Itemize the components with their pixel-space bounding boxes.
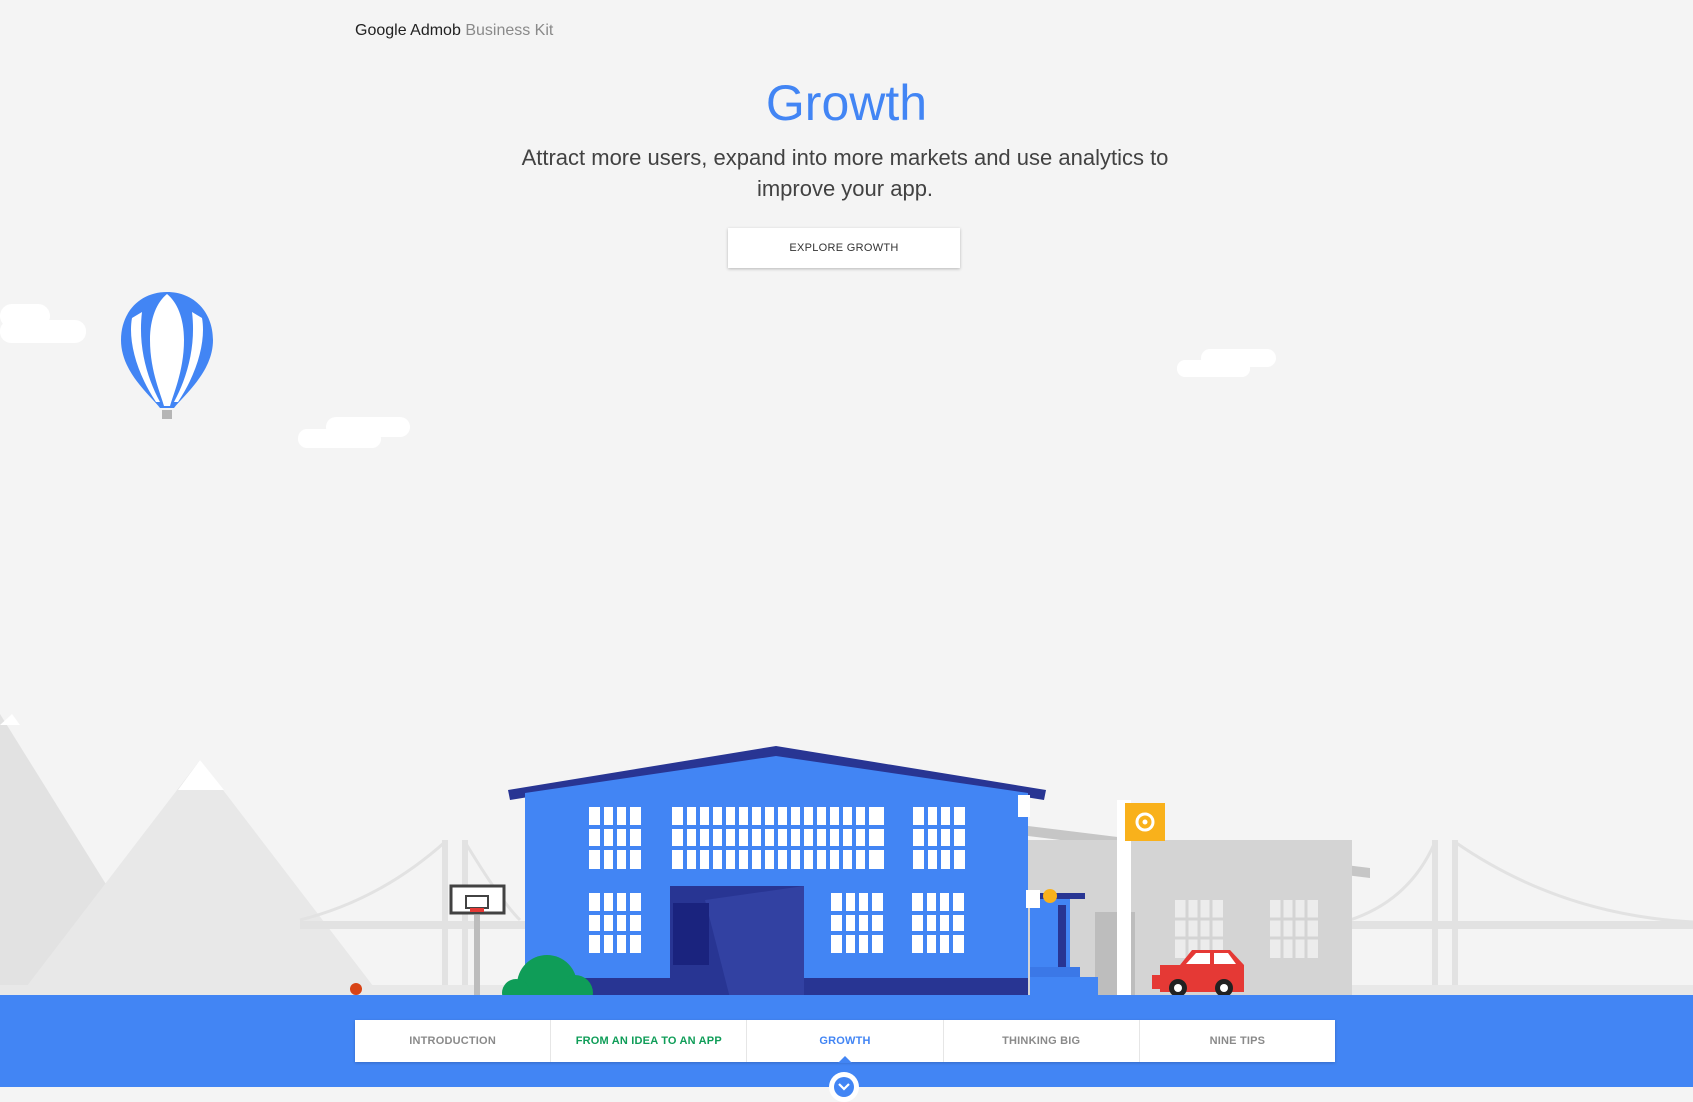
balloon-icon bbox=[121, 292, 213, 419]
section-tabs: INTRODUCTION FROM AN IDEA TO AN APP GROW… bbox=[355, 1020, 1335, 1063]
basketball-hoop-icon bbox=[449, 884, 506, 998]
cloud-mid bbox=[298, 417, 410, 448]
tab-thinking-big[interactable]: THINKING BIG bbox=[944, 1020, 1140, 1062]
tab-label: GROWTH bbox=[819, 1035, 871, 1047]
cloud-left bbox=[0, 304, 86, 343]
cloud-right bbox=[1177, 349, 1276, 377]
tab-growth[interactable]: GROWTH bbox=[747, 1020, 944, 1063]
tab-label: INTRODUCTION bbox=[409, 1035, 496, 1047]
tab-introduction[interactable]: INTRODUCTION bbox=[355, 1020, 552, 1062]
tab-label: NINE TIPS bbox=[1209, 1035, 1266, 1047]
tab-nine-tips[interactable]: NINE TIPS bbox=[1140, 1020, 1335, 1062]
basketball-icon bbox=[350, 983, 362, 995]
tab-from-idea-to-app[interactable]: FROM AN IDEA TO AN APP bbox=[551, 1020, 748, 1062]
chevron-down-icon bbox=[834, 1077, 854, 1097]
illustration-scene bbox=[0, 292, 1693, 1000]
main-building bbox=[508, 746, 1046, 998]
tab-label: THINKING BIG bbox=[1002, 1035, 1081, 1047]
tab-label: FROM AN IDEA TO AN APP bbox=[575, 1035, 722, 1047]
mountains bbox=[0, 714, 380, 995]
